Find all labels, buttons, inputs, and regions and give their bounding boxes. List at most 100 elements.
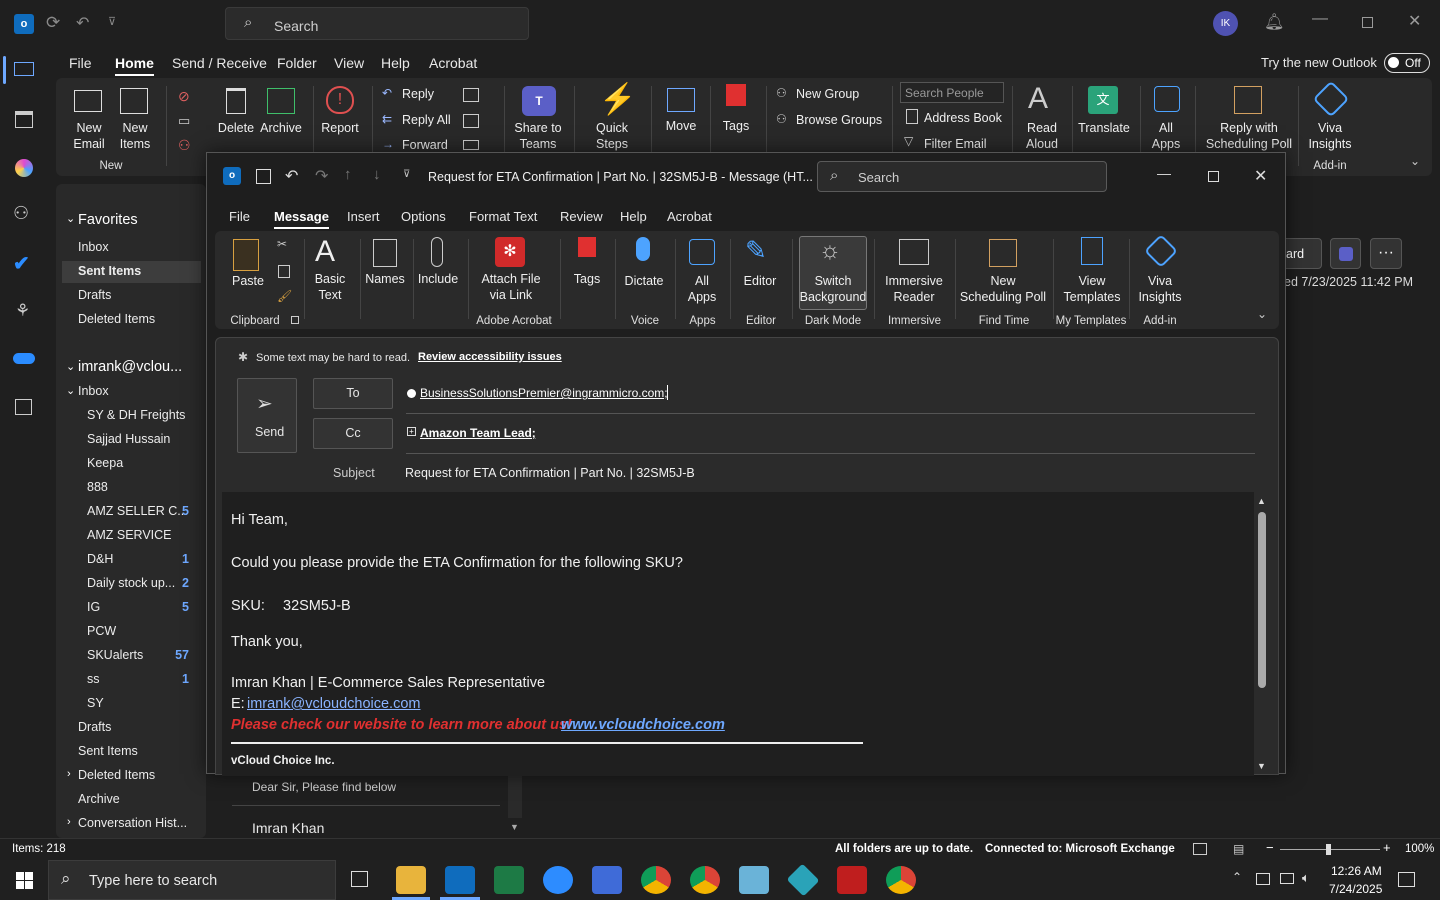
mail-icon[interactable] xyxy=(14,62,34,76)
subfolder[interactable]: IG xyxy=(87,600,100,614)
more-actions-button[interactable]: ··· xyxy=(1370,238,1402,269)
folder-archive[interactable]: Archive xyxy=(78,792,120,806)
main-search-input[interactable]: ⌕ Search xyxy=(225,7,529,40)
close-icon[interactable]: ✕ xyxy=(1408,11,1421,31)
menu-folder[interactable]: Folder xyxy=(277,55,317,71)
scroll-up-icon[interactable]: ▲ xyxy=(1257,496,1266,506)
format-painter-icon[interactable]: 🖌︎ xyxy=(277,289,292,303)
paste-button[interactable]: Paste xyxy=(225,273,271,289)
zoom-in-icon[interactable]: + xyxy=(1383,840,1391,855)
subfolder[interactable]: ss xyxy=(87,672,100,686)
ignore-icon[interactable]: ⊘ xyxy=(178,88,190,105)
all-apps-button[interactable]: All Apps xyxy=(1146,120,1186,152)
chevron-right-icon[interactable]: › xyxy=(67,816,71,828)
compose-tab-insert[interactable]: Insert xyxy=(347,209,380,224)
zoom-out-icon[interactable]: − xyxy=(1266,840,1274,855)
sync-icon[interactable]: ⟳ xyxy=(46,13,60,33)
compose-tab-file[interactable]: File xyxy=(229,209,250,224)
file-explorer-icon[interactable] xyxy=(396,866,426,894)
todo-icon[interactable]: ✔ xyxy=(13,251,30,276)
menu-view[interactable]: View xyxy=(334,55,364,71)
tray-overflow-icon[interactable]: ⌃ xyxy=(1232,870,1242,884)
chrome-icon[interactable] xyxy=(641,866,671,894)
menu-file[interactable]: File xyxy=(69,55,92,71)
signature-email-link[interactable]: imrank@vcloudchoice.com xyxy=(247,696,420,712)
maximize-icon[interactable] xyxy=(1362,17,1373,28)
cc-recipient[interactable]: Amazon Team Lead; xyxy=(420,426,536,440)
subfolder[interactable]: Sajjad Hussain xyxy=(87,432,170,446)
compose-tab-options[interactable]: Options xyxy=(401,209,446,224)
more-apps-icon[interactable] xyxy=(15,399,32,415)
minimize-icon[interactable]: — xyxy=(1157,165,1171,181)
groups-icon[interactable]: ⚘ xyxy=(15,301,30,321)
to-button[interactable]: To xyxy=(313,378,393,409)
compose-tab-review[interactable]: Review xyxy=(560,209,603,224)
excel-icon[interactable] xyxy=(494,866,524,894)
subfolder[interactable]: Daily stock up... xyxy=(87,576,175,590)
meeting-icon[interactable] xyxy=(463,88,479,102)
address-book-button[interactable]: Address Book xyxy=(924,111,1002,125)
calculator-icon[interactable] xyxy=(592,866,622,894)
immersive-reader-button[interactable]: Immersive Reader xyxy=(879,273,949,305)
taskbar-search-input[interactable]: ⌕ Type here to search xyxy=(48,860,336,900)
windows-start-icon[interactable] xyxy=(16,872,33,889)
undo-icon[interactable]: ↶ xyxy=(285,166,298,186)
viva-insights-button[interactable]: Viva Insights xyxy=(1306,120,1354,152)
dialog-launcher-icon[interactable] xyxy=(291,316,299,324)
ribbon-collapse-icon[interactable]: ⌄ xyxy=(1257,307,1267,321)
copy-icon[interactable] xyxy=(278,265,290,278)
search-people-input[interactable]: Search People xyxy=(900,82,1004,103)
taskbar-date[interactable]: 7/24/2025 xyxy=(1329,882,1382,896)
zoom-slider-thumb[interactable] xyxy=(1326,844,1331,855)
report-button[interactable]: Report xyxy=(318,120,362,136)
copilot-icon[interactable] xyxy=(15,159,33,177)
inbox-folder[interactable]: Inbox xyxy=(78,384,109,398)
favorites-header[interactable]: Favorites xyxy=(78,212,138,228)
folder-drafts[interactable]: Drafts xyxy=(78,720,111,734)
folder-deleted-items[interactable]: Deleted Items xyxy=(78,768,155,782)
notifications-icon[interactable] xyxy=(1398,872,1415,887)
zoom-app-icon[interactable] xyxy=(543,866,573,894)
editor-button[interactable]: Editor xyxy=(735,273,785,289)
menu-send-receive[interactable]: Send / Receive xyxy=(172,55,267,71)
include-button[interactable]: Include xyxy=(415,271,461,287)
people-icon[interactable]: ⚇ xyxy=(13,203,29,224)
maximize-icon[interactable] xyxy=(1208,171,1219,182)
tray-app-icon[interactable] xyxy=(1256,873,1270,885)
normal-view-icon[interactable] xyxy=(1193,843,1207,855)
chrome-profile-icon[interactable] xyxy=(690,866,720,894)
subfolder[interactable]: AMZ SERVICE xyxy=(87,528,172,542)
volume-icon[interactable]: 🔈︎ xyxy=(1302,870,1310,886)
zoom-level[interactable]: 100% xyxy=(1405,843,1434,855)
all-apps-button[interactable]: All Apps xyxy=(681,273,723,305)
message-sender[interactable]: Imran Khan xyxy=(252,820,324,836)
calendar-icon[interactable] xyxy=(15,111,33,128)
compose-search-input[interactable]: ⌕ Search xyxy=(817,161,1107,192)
view-templates-button[interactable]: View Templates xyxy=(1057,273,1127,305)
dictate-button[interactable]: Dictate xyxy=(619,273,669,289)
expand-group-icon[interactable]: + xyxy=(407,427,416,436)
attach-via-link-button[interactable]: Attach File via Link xyxy=(473,271,549,303)
reply-all-button[interactable]: Reply All xyxy=(402,113,451,127)
customize-qat-icon[interactable]: ⊽ xyxy=(108,15,116,28)
avatar[interactable]: IK xyxy=(1213,11,1238,36)
scroll-down-icon[interactable]: ▼ xyxy=(510,822,519,832)
menu-help[interactable]: Help xyxy=(381,55,410,71)
menu-home[interactable]: Home xyxy=(115,55,154,76)
menu-acrobat[interactable]: Acrobat xyxy=(429,55,477,71)
forward-button[interactable]: Forward xyxy=(402,138,448,152)
basic-text-button[interactable]: Basic Text xyxy=(307,271,353,303)
fav-inbox[interactable]: Inbox xyxy=(78,240,109,254)
filezilla-icon[interactable] xyxy=(837,866,867,894)
subfolder[interactable]: SKUalerts xyxy=(87,648,143,662)
teams-chat-button[interactable] xyxy=(1330,238,1361,269)
onedrive-icon[interactable] xyxy=(13,353,35,364)
archive-button[interactable]: Archive xyxy=(258,120,304,136)
close-icon[interactable]: ✕ xyxy=(1254,166,1267,186)
tags-button[interactable]: Tags xyxy=(716,118,756,134)
send-button[interactable]: ➢ Send xyxy=(237,378,297,453)
new-outlook-toggle[interactable]: Off xyxy=(1384,53,1430,73)
read-aloud-button[interactable]: Read Aloud xyxy=(1020,120,1064,152)
scroll-down-icon[interactable]: ▼ xyxy=(1257,761,1266,771)
new-scheduling-poll-button[interactable]: New Scheduling Poll xyxy=(955,273,1051,305)
